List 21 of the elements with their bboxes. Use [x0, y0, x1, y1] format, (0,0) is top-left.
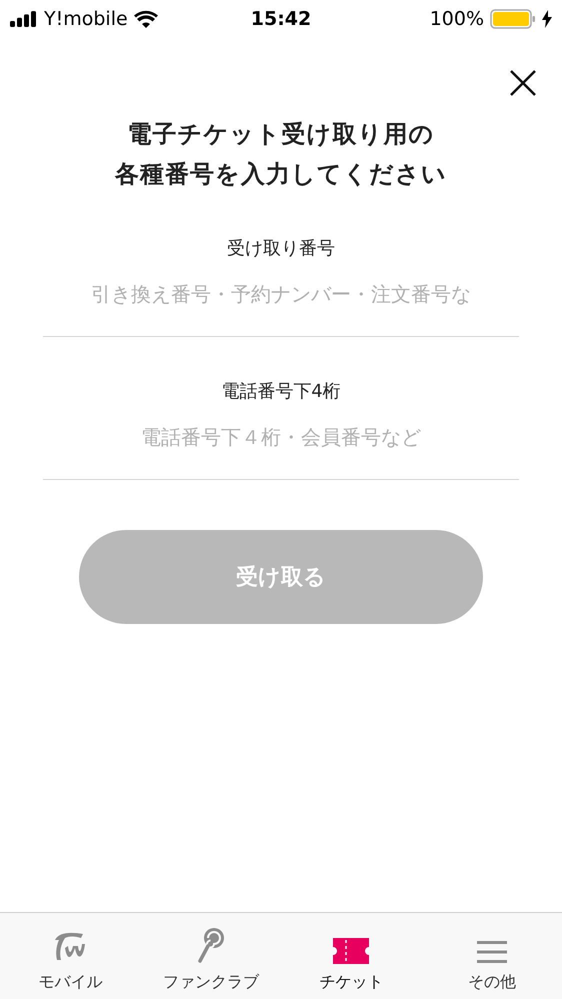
battery-icon: [490, 9, 536, 29]
close-button[interactable]: [508, 68, 538, 98]
field-label: 電話番号下4桁: [221, 380, 341, 403]
wifi-icon: [134, 10, 158, 28]
page-title: 電子チケット受け取り用の: [126, 119, 436, 150]
page-title: 各種番号を入力してください: [115, 159, 447, 190]
ticket-icon: [333, 938, 370, 964]
field-label: 受け取り番号: [227, 237, 335, 260]
tab-bar-item[interactable]: モバイル: [0, 913, 140, 999]
lollipop-icon: [196, 926, 226, 964]
menu-icon: [476, 940, 507, 964]
signal-icon: [10, 11, 38, 27]
tab-bar-item[interactable]: ファンクラブ: [140, 913, 281, 999]
input-field[interactable]: 電話番号下４桁・会員番号など: [43, 425, 519, 480]
charging-bolt-icon: [542, 10, 552, 28]
tab-bar-item[interactable]: その他: [422, 913, 562, 999]
tab-bar-item[interactable]: チケット: [281, 913, 422, 999]
battery-percent: 100%: [430, 8, 484, 30]
input-field[interactable]: 引き換え番号・予約ナンバー・注文番号な: [43, 282, 519, 337]
carrier-name: Y!mobile: [44, 8, 128, 30]
clock-time: 15:42: [250, 8, 312, 30]
